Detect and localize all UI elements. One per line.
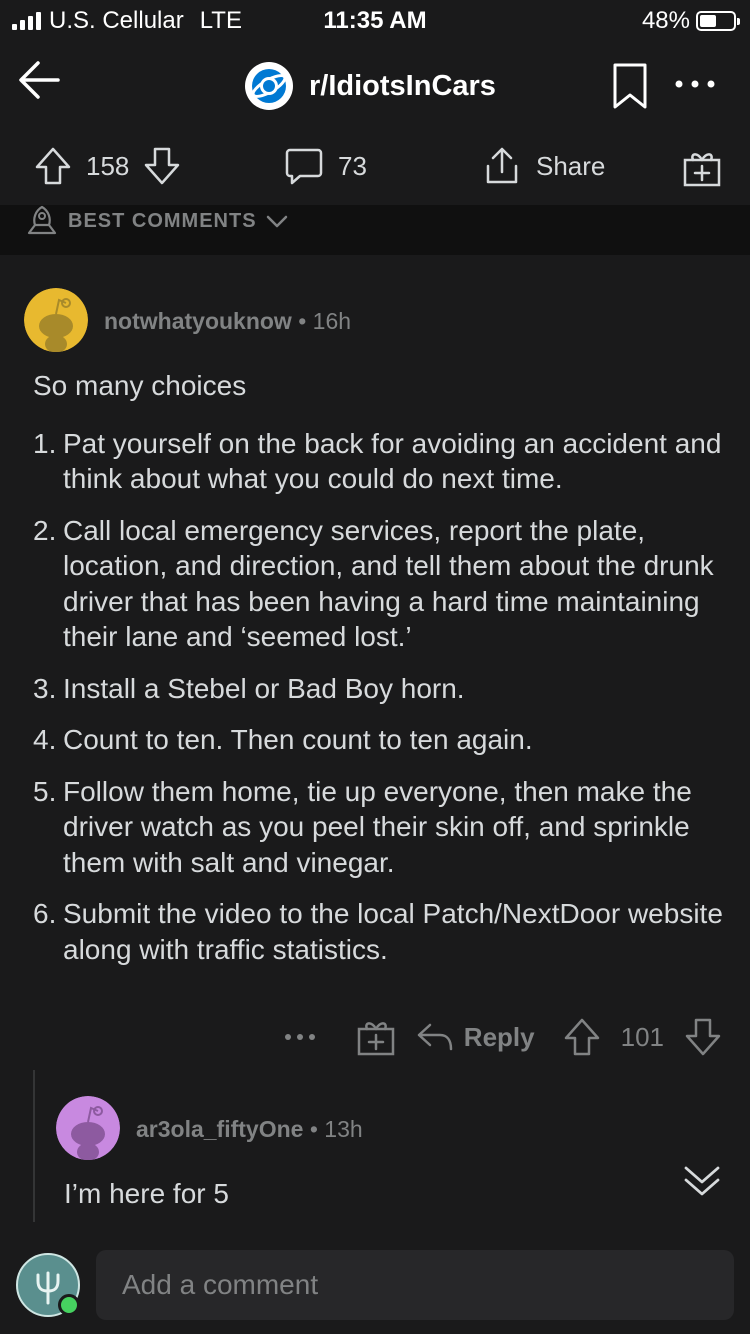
list-item: 4. Count to ten. Then count to ten again. [33, 722, 723, 758]
subreddit-name: r/IdiotsInCars [309, 69, 496, 102]
reply-username[interactable]: ar3ola_fiftyOne [136, 1116, 303, 1142]
reply-body: I’m here for 5 [64, 1178, 229, 1209]
comment-meta: notwhatyouknow • 16h [104, 308, 351, 335]
upvote-icon[interactable] [34, 146, 72, 186]
post-action-bar: 158 73 Share [0, 128, 750, 208]
list-number: 6. [33, 898, 57, 929]
share-icon [486, 147, 518, 184]
comment-icon [285, 148, 323, 185]
award-icon[interactable] [356, 1017, 396, 1057]
comments-button[interactable]: 73 [284, 146, 367, 186]
meta-separator: • [309, 1116, 318, 1142]
back-arrow-icon[interactable] [14, 54, 66, 106]
avatar[interactable] [24, 288, 88, 352]
status-bar: U.S. Cellular LTE 11:35 AM 48% [0, 0, 750, 40]
downvote-icon[interactable] [143, 146, 181, 186]
list-number: 5. [33, 775, 57, 807]
comment-age: 16h [312, 308, 352, 334]
comment-username[interactable]: notwhatyouknow [104, 308, 292, 334]
list-number: 3. [33, 672, 57, 704]
list-text: Follow them home, tie up everyone, then … [63, 775, 692, 878]
snoo-avatar-icon [56, 1096, 120, 1160]
more-icon[interactable] [282, 1027, 318, 1047]
more-icon[interactable] [672, 72, 718, 96]
list-number: 2. [33, 514, 57, 546]
comment-composer [0, 1240, 750, 1334]
battery-percent: 48% [641, 7, 690, 34]
list-text: Install a Stebel or Bad Boy horn. [63, 672, 465, 704]
online-status-dot [58, 1294, 80, 1316]
award-icon[interactable] [682, 148, 722, 188]
share-label: Share [536, 150, 606, 181]
comment-body: So many choices 1. Pat yourself on the ba… [33, 368, 723, 983]
clock: 11:35 AM [323, 7, 427, 34]
status-bar-right: 48% [641, 7, 740, 35]
sort-label: BEST COMMENTS [68, 209, 257, 232]
vote-group: 158 [34, 146, 181, 186]
reply-age: 13h [324, 1116, 363, 1142]
chevron-down-icon [266, 215, 287, 228]
add-comment-input[interactable] [96, 1250, 734, 1320]
battery-icon [696, 11, 740, 31]
list-item: 3. Install a Stebel or Bad Boy horn. [33, 671, 723, 707]
list-item: 5. Follow them home, tie up everyone, the… [33, 774, 723, 881]
sort-rocket-icon [27, 205, 57, 235]
reply-label: Reply [463, 1021, 535, 1052]
reply-arrow-icon [417, 1023, 453, 1051]
downvote-icon[interactable] [684, 1017, 722, 1057]
share-button[interactable]: Share [482, 146, 605, 186]
subreddit-title[interactable]: r/IdiotsInCars [245, 62, 496, 110]
list-text: Submit the video to the local Patch/Next… [63, 898, 723, 965]
reply-meta: ar3ola_fiftyOne • 13h [136, 1116, 363, 1143]
list-item: 2. Call local emergency services, report … [33, 513, 723, 655]
comment-actions: Reply 101 [282, 1017, 722, 1057]
post-score: 158 [86, 150, 130, 181]
upvote-icon[interactable] [563, 1017, 601, 1057]
list-text: Call local emergency services, report th… [63, 514, 714, 653]
comment-count: 73 [338, 150, 367, 181]
comment-score: 101 [620, 1021, 664, 1052]
list-item: 6. Submit the video to the local Patch/Ne… [33, 896, 723, 967]
meta-separator: • [298, 308, 307, 334]
reply-button[interactable]: Reply [416, 1021, 535, 1053]
list-text: Pat yourself on the back for avoiding an… [63, 427, 722, 495]
comment-intro: So many choices [33, 370, 247, 401]
list-item: 1. Pat yourself on the back for avoiding … [33, 426, 723, 497]
post-header: r/IdiotsInCars [0, 44, 750, 128]
avatar[interactable] [56, 1096, 120, 1160]
list-number: 4. [33, 724, 57, 755]
subreddit-logo-icon [245, 62, 293, 110]
snoo-avatar-icon [24, 288, 88, 352]
collapse-chevron-icon[interactable] [682, 1162, 722, 1198]
sort-selector[interactable]: BEST COMMENTS [24, 205, 289, 237]
comment-list: 1. Pat yourself on the back for avoiding … [33, 426, 723, 968]
list-text: Count to ten. Then count to ten again. [63, 724, 533, 755]
bookmark-icon[interactable] [610, 62, 650, 110]
sort-bar[interactable]: BEST COMMENTS [0, 205, 750, 255]
list-number: 1. [33, 427, 57, 459]
thread-line[interactable] [33, 1070, 35, 1230]
